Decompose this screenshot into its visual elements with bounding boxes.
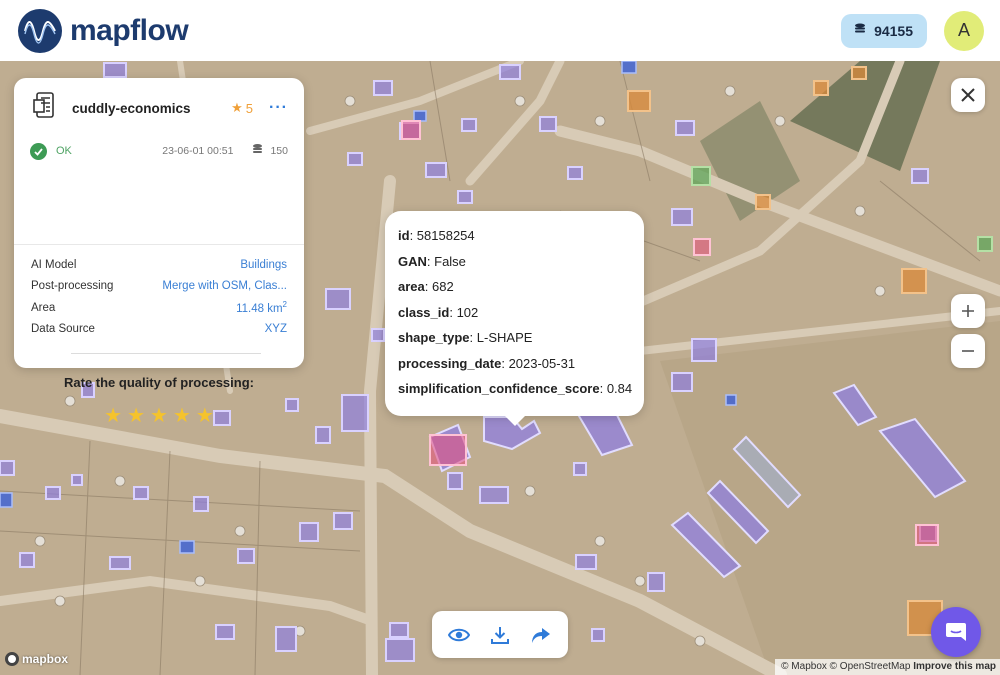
status-badge: OK (30, 142, 72, 160)
area-value: 11.48 km (236, 303, 283, 316)
zoom-in-icon[interactable] (951, 294, 985, 328)
detail-value[interactable]: XYZ (265, 323, 287, 335)
attribute-value: 58158254 (416, 228, 475, 244)
project-card-header: cuddly-economics ★ 5 ··· (30, 78, 288, 138)
attribute-key: area (398, 279, 425, 295)
detail-label: AI Model (31, 258, 77, 271)
detail-value[interactable]: Buildings (240, 259, 287, 271)
mapbox-logo-icon (5, 652, 19, 666)
rating-value: 5 (245, 100, 254, 116)
project-details: AI Model Buildings Post-processing Merge… (31, 254, 287, 340)
attribute-row: simplification_confidence_score: 0.84 (398, 381, 633, 397)
attribute-row: processing_date: 2023-05-31 (398, 355, 576, 371)
brand-name[interactable]: mapflow (70, 14, 189, 48)
attribute-key: class_id (398, 304, 450, 320)
zoom-out-icon[interactable] (951, 334, 985, 368)
attribute-row: area: 682 (398, 279, 454, 295)
detail-label: Area (31, 301, 56, 314)
improve-map-link[interactable]: Improve this map (913, 661, 996, 672)
detail-row-ai-model: AI Model Buildings (31, 254, 287, 276)
star-icon: ★ (231, 100, 243, 115)
attribute-key: processing_date (398, 355, 502, 371)
credits-count: 94155 (874, 22, 913, 39)
detail-row-data-source: Data Source XYZ (31, 319, 287, 341)
star-icon-3[interactable]: ★ (150, 405, 168, 427)
user-avatar[interactable]: A (944, 10, 984, 51)
project-card: cuddly-economics ★ 5 ··· OK 23-06-01 00:… (14, 78, 304, 427)
document-icon (32, 91, 60, 126)
rating-stars: ★ ★ ★ ★ ★ (14, 405, 304, 427)
detail-value-area[interactable]: 11.48 km2 (236, 300, 287, 315)
share-arrow-icon[interactable] (524, 618, 558, 652)
star-icon-1[interactable]: ★ (104, 405, 122, 427)
attribute-key: simplification_confidence_score (398, 381, 600, 397)
star-icon-5[interactable]: ★ (196, 405, 214, 427)
attribute-row: shape_type: L-SHAPE (398, 330, 533, 346)
attribute-key: GAN (398, 253, 427, 269)
project-status-row: OK 23-06-01 00:51 150 (30, 138, 288, 164)
status-text: OK (56, 145, 72, 157)
check-icon (30, 142, 47, 160)
detail-label: Data Source (31, 323, 95, 336)
more-options-icon[interactable]: ··· (269, 99, 288, 117)
star-icon-4[interactable]: ★ (173, 405, 191, 427)
credits-spent: 150 (251, 143, 288, 159)
detail-row-post-processing: Post-processing Merge with OSM, Clas... (31, 276, 287, 298)
feature-attributes-popup: id: 58158254 GAN: False area: 682 class_… (385, 211, 644, 426)
attribute-row: GAN: False (398, 253, 466, 269)
download-icon[interactable] (483, 618, 517, 652)
map-attribution: © Mapbox © OpenStreetMap Improve this ma… (775, 659, 1000, 675)
attribute-value: 2023-05-31 (508, 355, 576, 371)
attribute-key: id (398, 228, 410, 244)
attribution-text[interactable]: © Mapbox © OpenStreetMap (781, 661, 910, 672)
detail-row-area: Area 11.48 km2 (31, 297, 287, 319)
attribute-row: id: 58158254 (398, 228, 475, 244)
eye-icon[interactable] (442, 618, 476, 652)
mapflow-logo-icon[interactable] (18, 8, 62, 53)
project-rating: ★ 5 (231, 100, 253, 116)
project-name[interactable]: cuddly-economics (72, 101, 231, 116)
credits-spent-count: 150 (270, 145, 288, 157)
credits-balance[interactable]: 94155 (841, 13, 927, 48)
attribute-value: False (434, 253, 466, 269)
close-icon[interactable] (951, 78, 985, 112)
divider (71, 353, 261, 354)
attribute-value: 682 (431, 279, 454, 295)
map-toolbar (432, 611, 568, 658)
attribute-key: shape_type (398, 330, 470, 346)
attribute-row: class_id: 102 (398, 304, 479, 320)
area-unit-exponent: 2 (282, 300, 287, 310)
detail-label: Post-processing (31, 280, 114, 293)
coins-icon (853, 22, 867, 39)
star-icon-2[interactable]: ★ (127, 405, 145, 427)
mapbox-logo[interactable]: mapbox (5, 652, 68, 666)
detail-value[interactable]: Merge with OSM, Clas... (162, 280, 287, 292)
attribute-value: 102 (456, 304, 479, 320)
mapbox-logo-text: mapbox (22, 652, 69, 666)
divider (14, 244, 304, 245)
project-date: 23-06-01 00:51 (162, 145, 234, 157)
app-header: mapflow 94155 A (0, 0, 1000, 61)
attribute-value: L-SHAPE (476, 330, 533, 346)
attribute-value: 0.84 (606, 381, 633, 397)
rate-prompt: Rate the quality of processing: (64, 375, 254, 390)
coins-icon (251, 143, 264, 159)
chat-support-icon[interactable] (931, 607, 981, 657)
